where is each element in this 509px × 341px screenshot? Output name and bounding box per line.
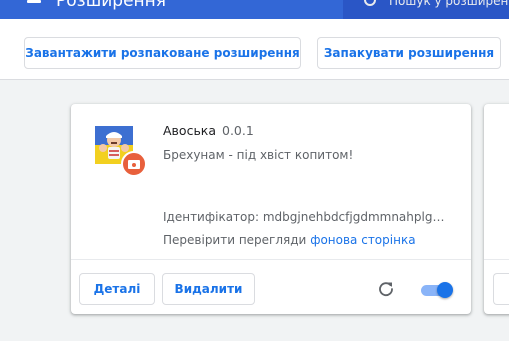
extension-version: 0.0.1 bbox=[222, 123, 254, 138]
developer-toolbar: Завантажити розпаковане розширення Запак… bbox=[0, 19, 509, 80]
extension-icon-group bbox=[95, 126, 147, 177]
extension-description: Брехунам - під хвіст копитом! bbox=[163, 148, 354, 162]
card-divider bbox=[71, 259, 471, 260]
details-button[interactable]: Деталі bbox=[79, 273, 155, 305]
extension-id: Ідентифікатор: mdbgjnehbdcfjgdmmnahplgmj… bbox=[163, 210, 455, 224]
extension-card-partial bbox=[484, 104, 509, 314]
remove-button[interactable]: Видалити bbox=[162, 273, 255, 305]
extension-name: Авоська bbox=[163, 123, 217, 138]
load-unpacked-button[interactable]: Завантажити розпаковане розширення bbox=[24, 37, 301, 69]
enable-toggle[interactable] bbox=[419, 280, 453, 298]
top-app-bar: Розширення Пошук у розширеннях bbox=[0, 0, 509, 19]
menu-icon[interactable] bbox=[27, 0, 41, 3]
reload-icon[interactable] bbox=[377, 280, 395, 298]
inspect-views: Перевірити перегляди фонова сторінка bbox=[163, 233, 416, 247]
search-field[interactable]: Пошук у розширеннях bbox=[343, 0, 509, 19]
extension-card: Авоська 0.0.1 Брехунам - під хвіст копит… bbox=[71, 104, 471, 314]
details-button-partial[interactable] bbox=[493, 273, 509, 305]
search-icon bbox=[364, 0, 376, 6]
unpacked-badge-icon bbox=[121, 151, 147, 177]
background-page-link[interactable]: фонова сторінка bbox=[310, 233, 415, 247]
inspect-views-label: Перевірити перегляди bbox=[163, 233, 307, 247]
toggle-knob bbox=[437, 282, 453, 298]
pack-extension-button[interactable]: Запакувати розширення bbox=[317, 37, 501, 69]
page-title: Розширення bbox=[56, 0, 167, 11]
search-input[interactable]: Пошук у розширеннях bbox=[389, 0, 509, 8]
